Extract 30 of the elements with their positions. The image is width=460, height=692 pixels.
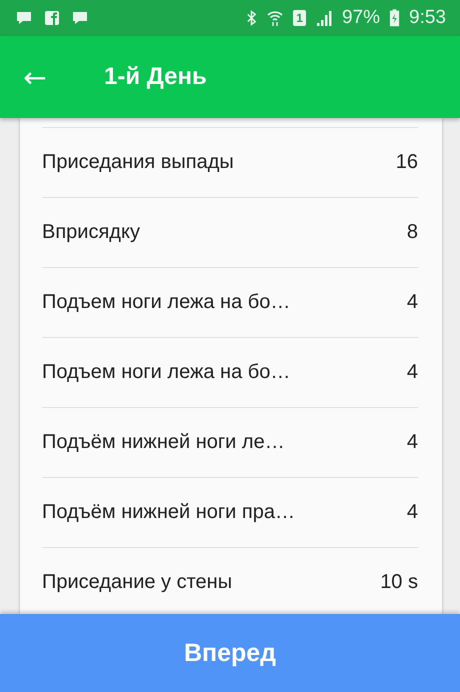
exercise-name: Приседание у стены	[42, 571, 232, 594]
exercise-row[interactable]: Подъем ноги лежа на бо… 4	[42, 337, 418, 407]
message-icon	[16, 10, 32, 26]
exercise-name: Подъем ноги лежа на бо…	[42, 291, 290, 314]
exercise-row[interactable]: Подъём нижней ноги ле… 4	[42, 407, 418, 477]
clock-time: 9:53	[409, 7, 446, 29]
exercise-name: Подъём нижней ноги ле…	[42, 431, 285, 454]
exercise-name: Подъем ноги лежа на бо…	[42, 361, 290, 384]
battery-percent: 97%	[342, 7, 380, 29]
exercise-name: Вприсядку	[42, 221, 140, 244]
exercise-row[interactable]: Приседания выпады 16	[42, 127, 418, 197]
exercise-count: 10 s	[380, 571, 418, 594]
wifi-icon	[266, 9, 284, 27]
exercise-name: Подъём нижней ноги пра…	[42, 501, 295, 524]
exercise-row[interactable]: Подъём нижней ноги пра… 4	[42, 477, 418, 547]
signal-icon	[314, 9, 333, 27]
screen-title: 1-й День	[104, 63, 207, 91]
exercise-count: 4	[406, 291, 418, 314]
exercise-row[interactable]: Подъем ноги лежа на бо… 4	[42, 267, 418, 337]
exercise-count: 4	[406, 431, 418, 454]
exercise-count: 16	[396, 151, 418, 174]
app-icon	[44, 10, 60, 26]
exercise-count: 4	[406, 361, 418, 384]
exercise-row[interactable]: Вприсядку 8	[42, 197, 418, 267]
sim-icon: 1	[293, 10, 306, 26]
exercise-name: Приседания выпады	[42, 151, 234, 174]
bluetooth-icon	[246, 9, 258, 27]
exercise-count: 8	[406, 221, 418, 244]
message-icon	[72, 10, 88, 26]
exercise-count: 4	[406, 501, 418, 524]
